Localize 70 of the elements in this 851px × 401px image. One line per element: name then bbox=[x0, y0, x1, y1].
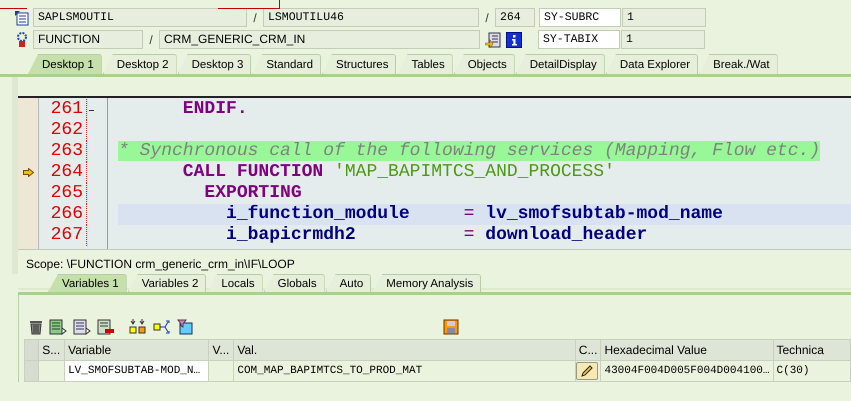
filter-icon[interactable] bbox=[177, 318, 193, 334]
desktop-tab[interactable]: Break./Wat bbox=[699, 54, 778, 74]
code-token: i_bapicrmdh2 bbox=[225, 225, 356, 245]
line-number: 262 bbox=[39, 120, 87, 141]
desktop-tab[interactable]: Desktop 2 bbox=[102, 54, 177, 74]
list-icon[interactable] bbox=[73, 318, 91, 334]
desktop-tab[interactable]: Desktop 1 bbox=[28, 54, 102, 74]
code-token: 'MAP_BAPIMTCS_AND_PROCESS' bbox=[333, 162, 615, 182]
column-header[interactable]: Val. bbox=[234, 340, 576, 360]
desktop-tab[interactable]: Data Explorer bbox=[606, 54, 698, 74]
variables-tab[interactable]: Variables 1 bbox=[48, 274, 127, 292]
desktop-tab[interactable]: DetailDisplay bbox=[516, 54, 605, 74]
desktop-tab[interactable]: Structures bbox=[322, 54, 396, 74]
column-header[interactable]: Variable bbox=[64, 340, 209, 360]
code-token: lv_smofsubtab-mod_name bbox=[484, 204, 723, 224]
separator: / bbox=[148, 32, 154, 46]
column-header[interactable]: C... bbox=[575, 340, 601, 360]
table-cell: LV_SMOFSUBTAB-MOD_N… bbox=[64, 360, 209, 382]
code-token: = bbox=[462, 225, 474, 245]
list-remove-icon[interactable] bbox=[97, 318, 115, 334]
desktop-tab[interactable]: Tables bbox=[397, 54, 453, 74]
list-arrow-icon[interactable] bbox=[485, 32, 501, 48]
line-number: 263 bbox=[39, 141, 87, 162]
separator: / bbox=[252, 10, 258, 24]
system-field-value: 1 bbox=[622, 8, 706, 27]
desktop-tab[interactable]: Standard bbox=[252, 54, 322, 74]
trash-icon[interactable] bbox=[29, 318, 43, 334]
system-field-name: SY-TABIX bbox=[538, 30, 620, 49]
line-number: 267 bbox=[39, 225, 87, 246]
include-field: LSMOUTILU46 bbox=[263, 8, 479, 27]
column-header[interactable]: S... bbox=[38, 340, 65, 360]
variables-tab[interactable]: Variables 2 bbox=[128, 274, 206, 292]
desktop-tab[interactable]: Objects bbox=[454, 54, 515, 74]
variables-tab[interactable]: Auto bbox=[326, 274, 372, 292]
gear-icon bbox=[14, 32, 30, 48]
column-header[interactable]: V... bbox=[208, 340, 234, 360]
table-cell: COM_MAP_BAPIMTCS_TO_PROD_MAT bbox=[234, 360, 576, 382]
info-icon[interactable] bbox=[506, 32, 522, 48]
table-cell: 43004F004D005F004D004100… bbox=[600, 360, 773, 382]
code-token: EXPORTING bbox=[203, 183, 302, 203]
line-field: 264 bbox=[495, 8, 535, 27]
system-field-value: 1 bbox=[621, 30, 705, 49]
event-field: CRM_GENERIC_CRM_IN bbox=[159, 30, 480, 49]
column-header[interactable]: Technica bbox=[773, 340, 850, 360]
column-header[interactable]: Hexadecimal Value bbox=[600, 340, 773, 360]
document-icon bbox=[14, 10, 30, 26]
desktop-tab[interactable]: Desktop 3 bbox=[178, 54, 252, 74]
code-token: = bbox=[462, 204, 474, 224]
event-type-field: FUNCTION bbox=[33, 30, 143, 49]
save-icon[interactable] bbox=[443, 318, 459, 334]
code-token: download_header bbox=[484, 225, 648, 245]
program-field: SAPLSMOUTIL bbox=[33, 8, 247, 27]
line-number: 266 bbox=[39, 204, 87, 225]
system-field-name: SY-SUBRC bbox=[539, 8, 621, 27]
code-token: ENDIF. bbox=[182, 99, 248, 119]
line-number: 264 bbox=[39, 162, 87, 183]
table-cell: C(30) bbox=[773, 360, 850, 382]
arrows-down-icon[interactable] bbox=[129, 318, 147, 334]
variables-tab[interactable]: Memory Analysis bbox=[372, 274, 482, 292]
variables-tab[interactable]: Locals bbox=[207, 274, 263, 292]
code-token: i_function_module bbox=[225, 204, 410, 224]
code-token: * Synchronous call of the following services (Mapping, Flow etc.) bbox=[118, 141, 820, 161]
split-arrow-icon[interactable] bbox=[153, 318, 171, 334]
separator: / bbox=[484, 10, 490, 24]
line-number: 261 bbox=[39, 99, 87, 120]
code-token: CALL FUNCTION bbox=[182, 162, 324, 182]
list-icon[interactable] bbox=[49, 318, 67, 334]
line-number: 265 bbox=[39, 183, 87, 204]
variables-tab[interactable]: Globals bbox=[264, 274, 325, 292]
edit-button[interactable] bbox=[576, 362, 598, 380]
